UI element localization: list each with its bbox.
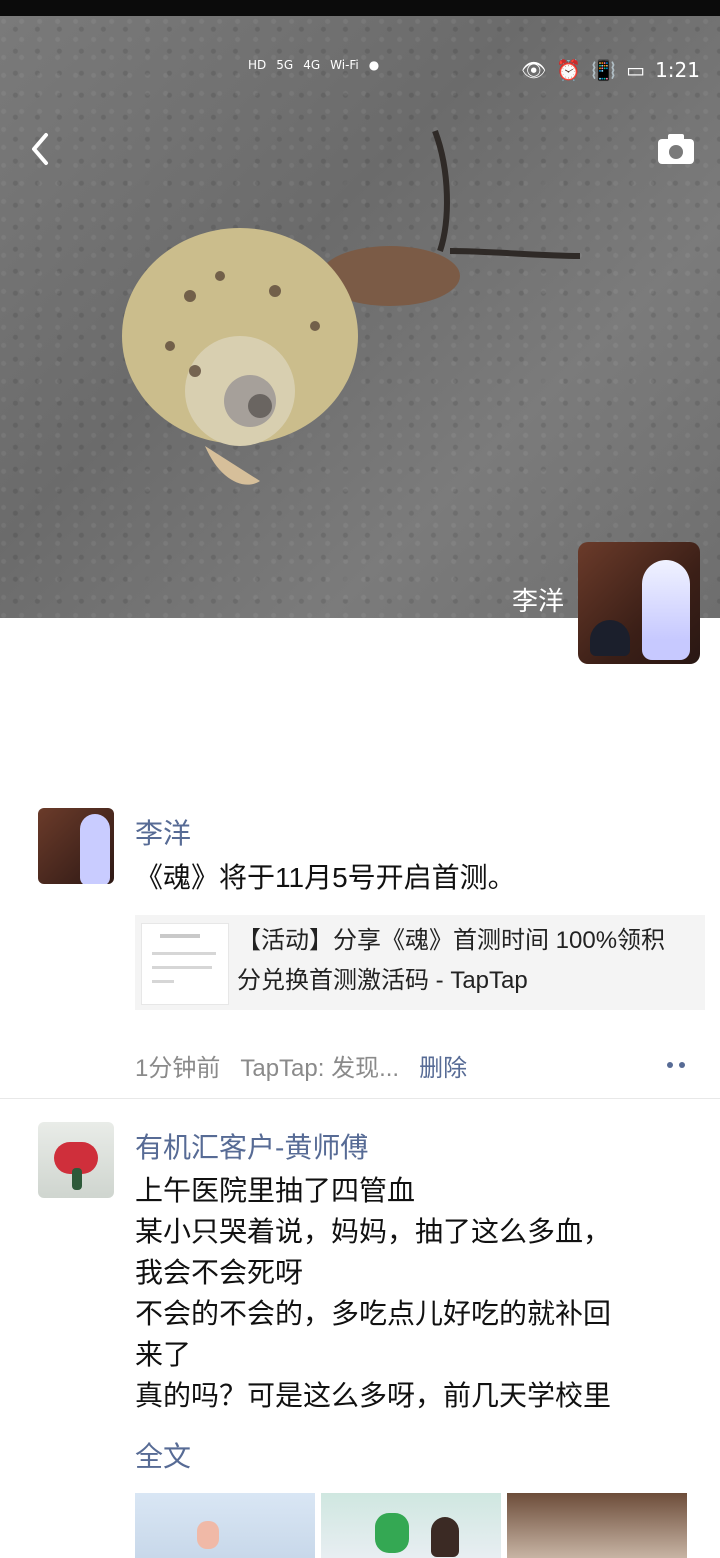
owner-name[interactable]: 李洋 (512, 581, 564, 618)
cover-photo[interactable]: HD 5G 4G Wi‑Fi ● 👁 ⏰ 📳 ▭ 1:21 李洋 (0, 16, 720, 618)
full-text-link[interactable]: 全文 (135, 1435, 191, 1475)
eye-icon: 👁 (520, 58, 547, 82)
post-meta: 1分钟前 TapTap: 发现... 删除 (135, 1048, 467, 1083)
status-time: 1:21 (655, 58, 700, 82)
post-author[interactable]: 李洋 (135, 812, 191, 852)
status-5g: 5G (276, 58, 294, 72)
share-title: 【活动】分享《魂》首测时间 100%领积分兑换首测激活码 - TapTap (237, 927, 666, 994)
status-wifi: Wi‑Fi (330, 58, 359, 72)
post-image[interactable] (507, 1493, 687, 1558)
post-text: 《魂》将于11月5号开启首测。 (135, 862, 516, 893)
post-avatar[interactable] (38, 808, 114, 884)
status-right: 👁 ⏰ 📳 ▭ 1:21 (521, 58, 700, 82)
status-dot: ● (368, 58, 380, 72)
shared-link-card[interactable]: 【活动】分享《魂》首测时间 100%领积分兑换首测激活码 - TapTap (135, 915, 705, 1010)
back-button[interactable] (24, 129, 54, 169)
alarm-icon: ⏰ (556, 58, 582, 82)
status-bar: HD 5G 4G Wi‑Fi ● 👁 ⏰ 📳 ▭ 1:21 (248, 58, 700, 94)
more-icon (679, 1062, 685, 1068)
thumb-line (152, 980, 174, 983)
post-time: 1分钟前 (135, 1055, 221, 1082)
snail-image (122, 129, 581, 485)
status-left: HD 5G 4G Wi‑Fi ● (248, 58, 379, 72)
avatar-figure (642, 560, 690, 660)
thumb-line (160, 934, 200, 938)
image-hand (197, 1521, 219, 1549)
status-hd: HD (248, 58, 267, 72)
image-dino (375, 1513, 409, 1553)
battery-icon: ▭ (626, 58, 646, 82)
post-image[interactable] (135, 1493, 315, 1558)
vibrate-icon: 📳 (591, 58, 617, 82)
post-text: 上午医院里抽了四管血 某小只哭着说，妈妈，抽了这么多血， 我会不会死呀 不会的不… (135, 1175, 612, 1411)
more-button[interactable] (662, 1055, 690, 1075)
post-image[interactable] (321, 1493, 501, 1558)
status-4g: 4G (303, 58, 321, 72)
delete-link[interactable]: 删除 (419, 1048, 467, 1083)
owner-avatar[interactable] (578, 542, 700, 664)
moment-post: 李洋 《魂》将于11月5号开启首测。 【活动】分享《魂》首测时间 100%领积分… (0, 805, 720, 1095)
share-thumbnail (141, 923, 229, 1005)
thumb-line (152, 952, 216, 955)
post-avatar[interactable] (38, 1122, 114, 1198)
camera-button[interactable] (656, 132, 696, 166)
post-source[interactable]: TapTap: 发现... (240, 1048, 399, 1083)
post-divider (0, 1098, 720, 1099)
top-black-bar (0, 0, 720, 16)
post-author[interactable]: 有机汇客户-黄师傅 (135, 1126, 368, 1166)
camera-icon (658, 134, 694, 164)
post-image-grid (135, 1493, 695, 1558)
thumb-line (152, 966, 212, 969)
avatar-person (590, 620, 630, 656)
image-child (431, 1517, 459, 1557)
avatar-figure (80, 814, 110, 884)
flower-vase (72, 1168, 82, 1190)
more-icon (667, 1062, 673, 1068)
chevron-left-icon (32, 133, 48, 165)
